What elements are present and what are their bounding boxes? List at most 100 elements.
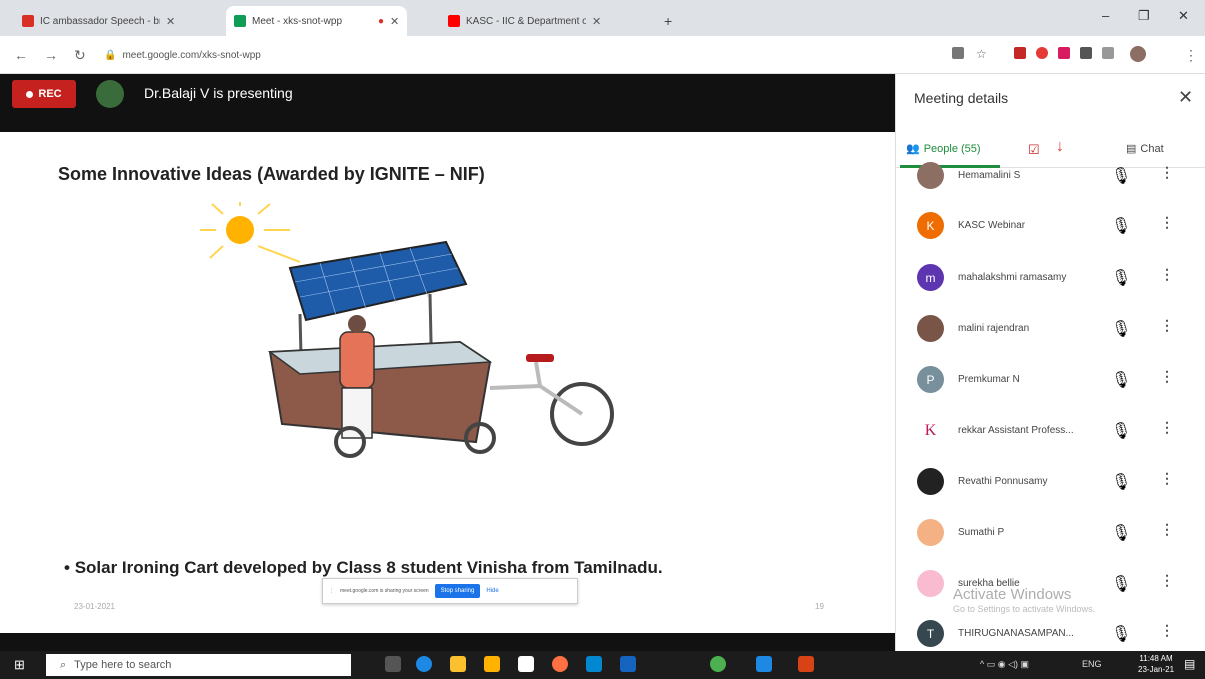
language-indicator[interactable]: ENG <box>1082 659 1102 669</box>
meeting-details-panel: Meeting details ✕ 👥 People (55) ☑ ↓ ▤ Ch… <box>895 74 1205 651</box>
participant-name: Sumathi P <box>958 527 1005 538</box>
more-options-icon[interactable]: ⋮ <box>1160 419 1174 436</box>
pdf-extension-icon[interactable] <box>1014 47 1026 59</box>
mail-icon[interactable] <box>620 656 636 672</box>
tasks-icon[interactable]: ☑ <box>1028 142 1040 158</box>
new-tab-button[interactable]: + <box>656 6 680 36</box>
edge-icon[interactable] <box>416 656 432 672</box>
tab-ic-ambassador[interactable]: IC ambassador Speech - broch... ✕ <box>14 6 183 36</box>
presentation-stage: REC Dr.Balaji V is presenting Some Innov… <box>0 74 895 651</box>
participant-name: rekkar Assistant Profess... <box>958 425 1074 436</box>
stop-sharing-button[interactable]: Stop sharing <box>434 584 481 598</box>
chrome-icon[interactable] <box>710 656 726 672</box>
slide-date: 23-01-2021 <box>74 602 115 611</box>
tab-kasc[interactable]: KASC - IIC & Department of Bio... ✕ <box>440 6 609 36</box>
star-icon[interactable]: ☆ <box>976 47 987 61</box>
slide-title: Some Innovative Ideas (Awarded by IGNITE… <box>58 164 485 184</box>
clock-date: 23-Jan-21 <box>1138 665 1175 674</box>
tray-icons[interactable]: ^ ▭ ◉ ◁) ▣ <box>980 659 1029 670</box>
mic-off-icon[interactable]: 🎙︎ <box>1111 319 1131 339</box>
taskbar-clock[interactable]: 11:48 AM 23-Jan-21 <box>1138 653 1174 675</box>
tab-meet[interactable]: Meet - xks-snot-wpp ● ✕ <box>226 6 408 36</box>
profile-avatar[interactable] <box>1130 46 1146 62</box>
close-panel-icon[interactable]: ✕ <box>1178 87 1193 108</box>
mic-off-icon[interactable]: 🎙︎ <box>1111 624 1131 644</box>
mic-off-icon[interactable]: 🎙︎ <box>1111 574 1131 594</box>
list-item[interactable]: Revathi Ponnusamy 🎙︎ ⋮ <box>896 468 1205 518</box>
file-explorer-icon[interactable] <box>484 656 500 672</box>
minimize-icon[interactable]: – <box>1102 8 1109 23</box>
powerpoint-icon[interactable] <box>798 656 814 672</box>
solar-panel <box>288 240 468 322</box>
download-app-icon[interactable] <box>756 656 772 672</box>
windows-start-icon[interactable]: ⊞ <box>14 657 25 673</box>
mic-off-icon[interactable]: 🎙︎ <box>1111 523 1131 543</box>
more-options-icon[interactable]: ⋮ <box>1160 164 1174 181</box>
people-icon: 👥 <box>906 143 920 155</box>
notifications-icon[interactable]: ▤ <box>1184 657 1195 671</box>
list-item[interactable]: m mahalakshmi ramasamy 🎙︎ ⋮ <box>896 264 1205 314</box>
url-text: meet.google.com/xks-snot-wpp <box>122 49 261 61</box>
activate-windows-watermark: Activate Windows <box>953 586 1072 603</box>
plus-icon: + <box>664 13 673 29</box>
avatar: K <box>917 417 944 444</box>
mic-off-icon[interactable]: 🎙︎ <box>1111 216 1131 236</box>
camera-icon[interactable] <box>952 47 964 59</box>
close-window-icon[interactable]: ✕ <box>1178 8 1189 24</box>
close-icon[interactable]: ✕ <box>166 15 175 28</box>
forward-icon[interactable]: → <box>44 47 58 63</box>
search-icon: ⌕ <box>60 658 67 671</box>
mic-off-icon[interactable]: 🎙︎ <box>1111 370 1131 390</box>
list-item[interactable]: K KASC Webinar 🎙︎ ⋮ <box>896 212 1205 262</box>
reload-icon[interactable]: ↻ <box>74 47 86 64</box>
more-options-icon[interactable]: ⋮ <box>1160 622 1174 639</box>
share-message: meet.google.com is sharing your screen <box>340 588 429 594</box>
mic-off-icon[interactable]: 🎙︎ <box>1111 421 1131 441</box>
menu-icon[interactable]: ⋮ <box>1184 47 1198 64</box>
mic-off-icon[interactable]: 🎙︎ <box>1111 472 1131 492</box>
tab-chat[interactable]: ▤ Chat <box>1126 142 1164 156</box>
close-icon[interactable]: ✕ <box>592 15 601 28</box>
more-options-icon[interactable]: ⋮ <box>1160 470 1174 487</box>
avatar <box>917 315 944 342</box>
hide-button[interactable]: Hide <box>486 588 498 594</box>
mic-off-icon[interactable]: 🎙︎ <box>1111 268 1131 288</box>
drag-handle-icon[interactable]: ⋮ <box>329 588 334 594</box>
tab-people[interactable]: 👥 People (55) <box>906 142 981 156</box>
document-icon[interactable] <box>518 656 534 672</box>
more-options-icon[interactable]: ⋮ <box>1160 317 1174 334</box>
mic-off-icon[interactable]: 🎙︎ <box>1111 166 1131 186</box>
more-options-icon[interactable]: ⋮ <box>1160 521 1174 538</box>
list-item[interactable]: K rekkar Assistant Profess... 🎙︎ ⋮ <box>896 417 1205 467</box>
list-item[interactable]: malini rajendran 🎙︎ ⋮ <box>896 315 1205 365</box>
avatar: T <box>917 620 944 647</box>
task-view-icon[interactable] <box>385 656 401 672</box>
close-icon[interactable]: ✕ <box>390 15 399 28</box>
more-options-icon[interactable]: ⋮ <box>1160 368 1174 385</box>
avatar <box>917 162 944 189</box>
extension-icon[interactable] <box>1058 47 1070 59</box>
slide-page-number: 19 <box>815 602 824 611</box>
panel-title: Meeting details <box>914 90 1009 106</box>
list-item[interactable]: Sumathi P 🎙︎ ⋮ <box>896 519 1205 569</box>
presenter-strip: REC Dr.Balaji V is presenting <box>0 74 895 132</box>
presenter-avatar <box>96 80 124 108</box>
avatar <box>917 519 944 546</box>
opera-icon[interactable] <box>1036 47 1048 59</box>
back-icon[interactable]: ← <box>14 47 28 63</box>
list-item[interactable]: P Premkumar N 🎙︎ ⋮ <box>896 366 1205 416</box>
reading-list-icon[interactable] <box>1102 47 1114 59</box>
more-options-icon[interactable]: ⋮ <box>1160 572 1174 589</box>
recording-dot-icon: ● <box>378 15 385 27</box>
url-field[interactable]: 🔒 meet.google.com/xks-snot-wpp <box>104 44 924 66</box>
list-item[interactable]: Hemamalini S 🎙︎ ⋮ <box>896 162 1205 212</box>
app-icon[interactable] <box>450 656 466 672</box>
more-options-icon[interactable]: ⋮ <box>1160 266 1174 283</box>
more-options-icon[interactable]: ⋮ <box>1160 214 1174 231</box>
avatar: P <box>917 366 944 393</box>
taskbar-search[interactable]: ⌕ Type here to search <box>46 654 351 676</box>
maximize-icon[interactable]: ❐ <box>1138 8 1150 24</box>
puzzle-icon[interactable] <box>1080 47 1092 59</box>
store-icon[interactable] <box>586 656 602 672</box>
firefox-icon[interactable] <box>552 656 568 672</box>
